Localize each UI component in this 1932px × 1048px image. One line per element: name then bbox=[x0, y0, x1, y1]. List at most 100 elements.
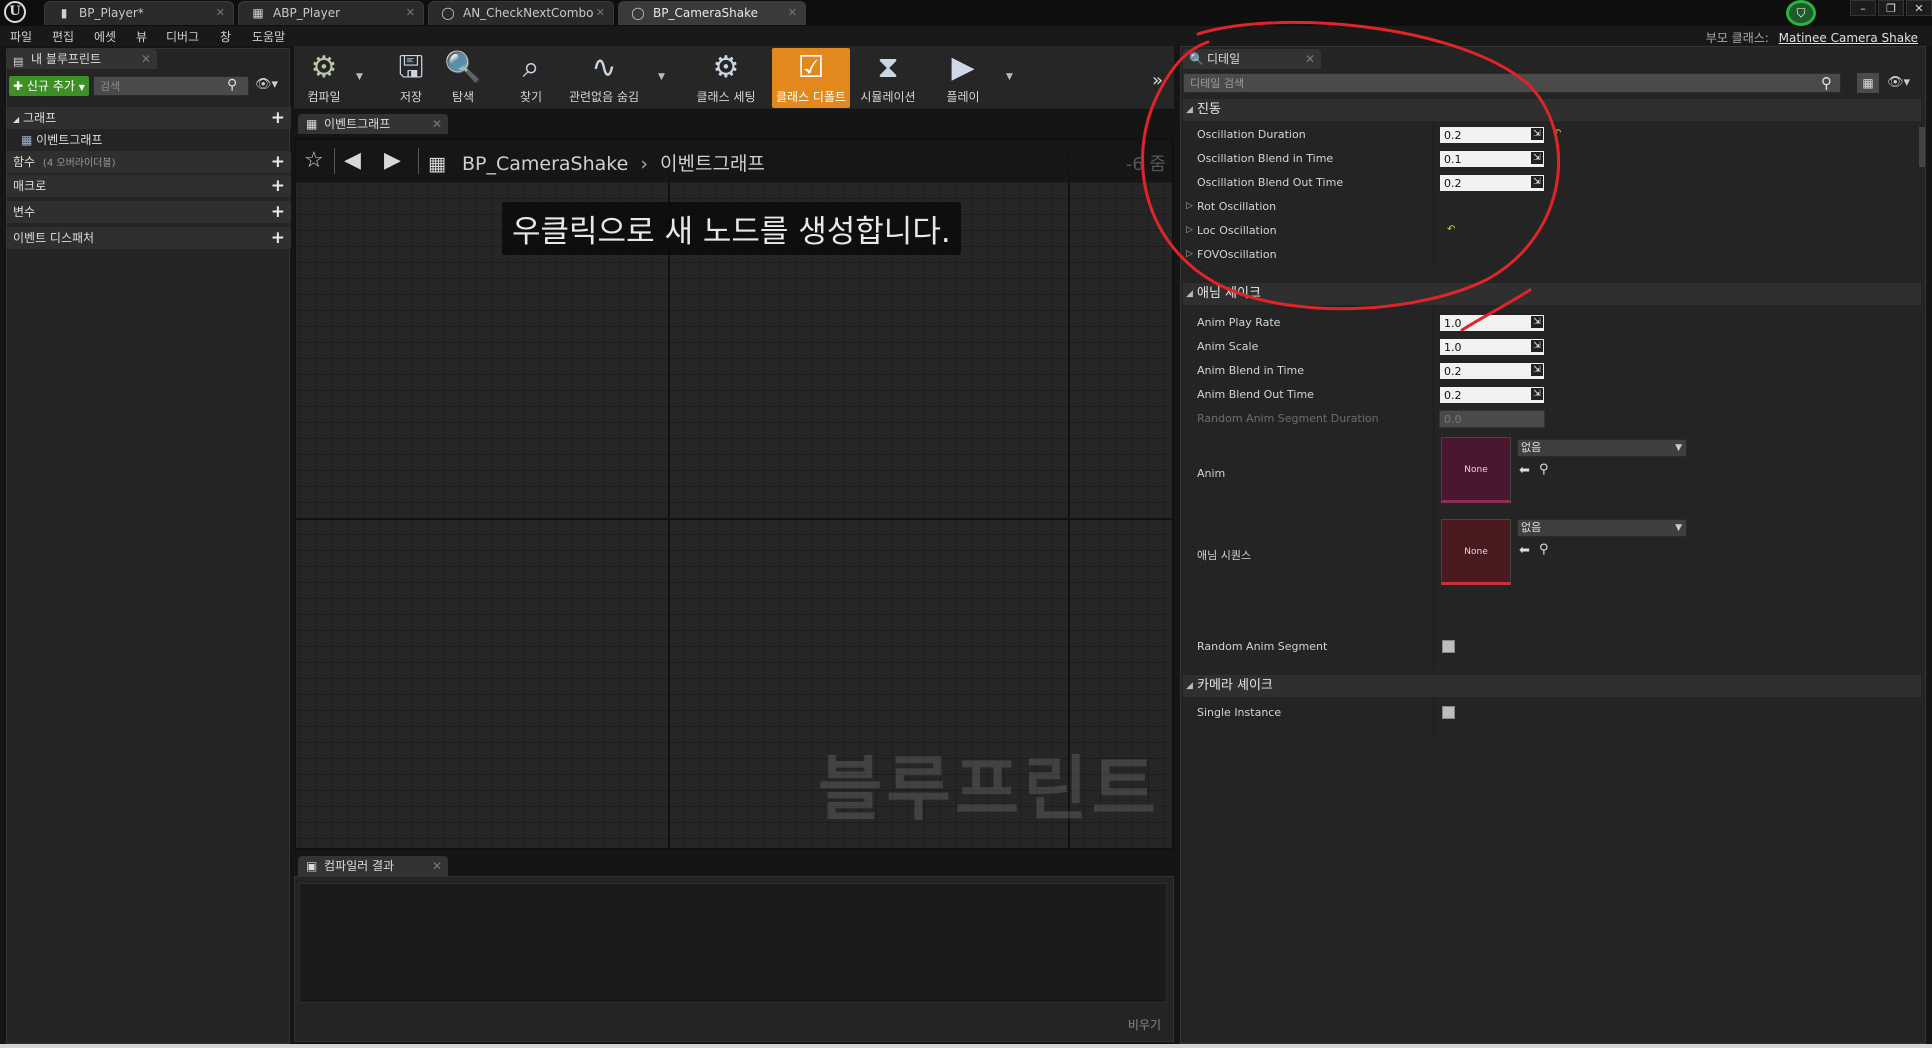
random-anim-segment-checkbox[interactable] bbox=[1442, 640, 1455, 653]
add-new-button[interactable]: ✚ 신규 추가 ▼ bbox=[9, 76, 89, 96]
use-selected-asset-arrow-icon[interactable]: ⬅ bbox=[1519, 543, 1530, 558]
category-camera-shake[interactable]: ◢ 카메라 셰이크 bbox=[1183, 675, 1921, 697]
property-matrix-icon[interactable]: ▦ bbox=[1857, 73, 1879, 93]
single-instance-checkbox[interactable] bbox=[1442, 706, 1455, 719]
oscillation-duration-field[interactable] bbox=[1439, 126, 1545, 144]
document-tab-abp-player[interactable]: ▦ ABP_Player ✕ bbox=[238, 1, 424, 25]
oscillation-blend-out-field[interactable] bbox=[1439, 174, 1545, 192]
forward-arrow-icon[interactable]: ▶ bbox=[384, 148, 401, 173]
add-variable-plus-icon[interactable]: + bbox=[271, 201, 285, 223]
prop-rot-oscillation[interactable]: ▷ Rot Oscillation bbox=[1183, 195, 1921, 219]
browse-asset-search-icon[interactable]: ⚲ bbox=[1539, 542, 1549, 557]
add-graph-plus-icon[interactable]: + bbox=[271, 107, 285, 129]
anim-sequence-thumbnail[interactable]: None bbox=[1441, 519, 1511, 585]
close-icon[interactable]: ✕ bbox=[216, 2, 225, 24]
section-functions[interactable]: 함수 (4 오버라이더블) + bbox=[7, 151, 291, 173]
menu-window[interactable]: 창 bbox=[220, 28, 231, 45]
compile-options-chevron-icon[interactable]: ▼ bbox=[356, 72, 363, 82]
view-options-eye-icon[interactable]: 👁▾ bbox=[255, 77, 278, 92]
anim-scale-field[interactable] bbox=[1439, 338, 1545, 356]
section-event-dispatchers[interactable]: 이벤트 디스패처 + bbox=[7, 227, 291, 249]
expand-triangle-icon[interactable]: ▷ bbox=[1186, 201, 1193, 211]
prop-loc-oscillation[interactable]: ▷ Loc Oscillation ↶ bbox=[1183, 219, 1921, 243]
search-icon[interactable]: ⚲ bbox=[227, 77, 237, 93]
anim-blend-in-field[interactable] bbox=[1439, 362, 1545, 380]
menu-help[interactable]: 도움말 bbox=[252, 28, 285, 45]
search-icon[interactable]: ⚲ bbox=[1821, 74, 1832, 92]
expand-triangle-icon[interactable]: ▷ bbox=[1186, 225, 1193, 235]
find-button[interactable]: ⌕ 찾기 bbox=[506, 48, 556, 108]
clear-button[interactable]: 비우기 bbox=[1128, 1016, 1161, 1033]
category-anim-shake[interactable]: ◢ 애님 셰이크 bbox=[1183, 283, 1921, 305]
use-selected-asset-arrow-icon[interactable]: ⬅ bbox=[1519, 463, 1530, 478]
class-defaults-button[interactable]: ☑ 클래스 디폴트 bbox=[772, 48, 850, 108]
spin-arrows-icon[interactable]: ⇲ bbox=[1531, 364, 1543, 376]
section-macros[interactable]: 매크로 + bbox=[7, 175, 291, 197]
minimize-button[interactable]: – bbox=[1850, 0, 1876, 16]
reset-to-default-icon[interactable]: ↶ bbox=[1553, 128, 1561, 139]
compile-button[interactable]: ⚙ 컴파일 bbox=[296, 48, 352, 108]
anim-play-rate-field[interactable] bbox=[1439, 314, 1545, 332]
reset-to-default-icon[interactable]: ↶ bbox=[1447, 224, 1455, 235]
add-event-dispatcher-plus-icon[interactable]: + bbox=[271, 227, 285, 249]
menu-debug[interactable]: 디버그 bbox=[166, 28, 199, 45]
tab-compiler-results[interactable]: ▣ 컴파일러 결과 ✕ bbox=[298, 856, 448, 876]
favorite-star-icon[interactable]: ☆ bbox=[304, 148, 324, 173]
oscillation-blend-in-field[interactable] bbox=[1439, 150, 1545, 168]
close-icon[interactable]: ✕ bbox=[432, 856, 442, 876]
parent-class-link[interactable]: Matinee Camera Shake bbox=[1779, 31, 1918, 45]
close-icon[interactable]: ✕ bbox=[788, 2, 797, 24]
spin-arrows-icon[interactable]: ⇲ bbox=[1531, 340, 1543, 352]
tree-item-event-graph[interactable]: ▦ 이벤트그래프 bbox=[7, 129, 291, 151]
spin-arrows-icon[interactable]: ⇲ bbox=[1531, 152, 1543, 164]
details-search-input[interactable] bbox=[1183, 73, 1841, 93]
close-icon[interactable]: ✕ bbox=[432, 114, 442, 134]
close-icon[interactable]: ✕ bbox=[406, 2, 415, 24]
close-window-button[interactable]: ✕ bbox=[1906, 0, 1932, 16]
event-graph-canvas[interactable]: ☆ ◀ ▶ ▦ BP_CameraShake › 이벤트그래프 -6 줌 우클릭… bbox=[294, 138, 1174, 850]
close-icon[interactable]: ✕ bbox=[1305, 49, 1315, 69]
source-control-status-icon[interactable]: ⛉ bbox=[1786, 0, 1816, 26]
tab-my-blueprint[interactable]: ▤ 내 블루프린트 ✕ bbox=[7, 49, 157, 69]
menu-asset[interactable]: 에셋 bbox=[94, 28, 116, 45]
maximize-button[interactable]: ❐ bbox=[1878, 0, 1904, 16]
back-arrow-icon[interactable]: ◀ bbox=[344, 148, 361, 173]
save-button[interactable]: 🖫 저장 bbox=[388, 48, 434, 108]
hide-unrelated-button[interactable]: ∿ 관련없음 숨김 bbox=[564, 48, 644, 108]
category-oscillation[interactable]: ◢ 진동 bbox=[1183, 99, 1921, 121]
close-icon[interactable]: ✕ bbox=[596, 2, 605, 24]
anim-blend-out-field[interactable] bbox=[1439, 386, 1545, 404]
tab-event-graph[interactable]: ▦ 이벤트그래프 ✕ bbox=[298, 114, 448, 134]
breadcrumb-root[interactable]: BP_CameraShake bbox=[462, 153, 628, 175]
my-blueprint-search-input[interactable] bbox=[93, 76, 249, 96]
close-icon[interactable]: ✕ bbox=[141, 49, 151, 69]
spin-arrows-icon[interactable]: ⇲ bbox=[1531, 316, 1543, 328]
document-tab-bp-player[interactable]: ▮ BP_Player* ✕ bbox=[44, 1, 234, 25]
expand-triangle-icon[interactable]: ▷ bbox=[1186, 249, 1193, 259]
document-tab-bp-camerashake[interactable]: ◯ BP_CameraShake ✕ bbox=[618, 1, 806, 25]
anim-asset-combo[interactable]: 없음 ▼ bbox=[1517, 439, 1687, 457]
simulation-button[interactable]: ⧗ 시뮬레이션 bbox=[854, 48, 922, 108]
class-settings-button[interactable]: ⚙ 클래스 세팅 bbox=[692, 48, 760, 108]
browse-asset-search-icon[interactable]: ⚲ bbox=[1539, 462, 1549, 477]
add-macro-plus-icon[interactable]: + bbox=[271, 175, 285, 197]
compiler-output-log[interactable] bbox=[299, 883, 1167, 1003]
toolbar-expand-chevron-icon[interactable]: » bbox=[1152, 70, 1163, 91]
spin-arrows-icon[interactable]: ⇲ bbox=[1531, 388, 1543, 400]
menu-file[interactable]: 파일 bbox=[10, 28, 32, 45]
spin-arrows-icon[interactable]: ⇲ bbox=[1531, 176, 1543, 188]
spin-arrows-icon[interactable]: ⇲ bbox=[1531, 128, 1543, 140]
view-options-eye-icon[interactable]: 👁▾ bbox=[1887, 75, 1910, 90]
anim-asset-thumbnail[interactable]: None bbox=[1441, 437, 1511, 503]
menu-edit[interactable]: 편집 bbox=[52, 28, 74, 45]
hide-unrelated-options-chevron-icon[interactable]: ▼ bbox=[658, 72, 665, 82]
add-function-plus-icon[interactable]: + bbox=[271, 151, 285, 173]
menu-view[interactable]: 뷰 bbox=[136, 28, 147, 45]
section-graphs[interactable]: ◢ 그래프 + bbox=[7, 107, 291, 129]
document-tab-an-checknextcombo[interactable]: ◯ AN_CheckNextCombo ✕ bbox=[428, 1, 614, 25]
section-variables[interactable]: 변수 + bbox=[7, 201, 291, 223]
play-options-chevron-icon[interactable]: ▼ bbox=[1006, 72, 1013, 82]
anim-sequence-combo[interactable]: 없음 ▼ bbox=[1517, 519, 1687, 537]
browse-button[interactable]: 🔍 탐색 bbox=[438, 48, 488, 108]
play-button[interactable]: ▶ 플레이 bbox=[938, 48, 988, 108]
